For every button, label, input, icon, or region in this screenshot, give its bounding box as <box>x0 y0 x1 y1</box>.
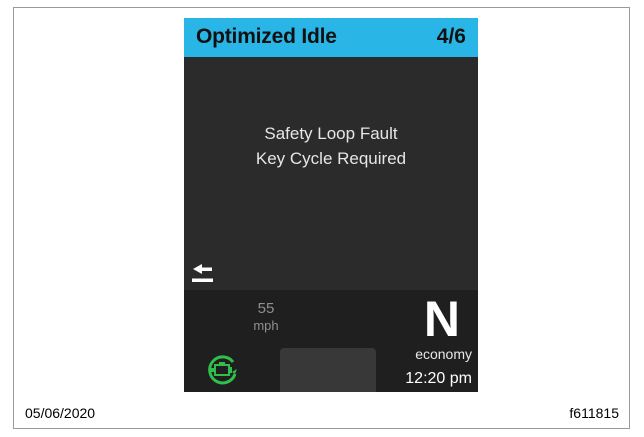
engine-warning-icon <box>208 355 237 385</box>
clock: 12:20 pm <box>405 370 472 387</box>
fault-message-line-2: Key Cycle Required <box>255 149 407 168</box>
back-arrow-icon[interactable] <box>190 263 216 285</box>
gear-indicator: N <box>423 291 460 347</box>
status-bar: 55 mph N economy 12:20 pm <box>184 290 478 392</box>
info-panel <box>280 348 376 392</box>
screen-title: Optimized Idle <box>196 25 337 48</box>
dash-display: Optimized Idle 4/6 Safety Loop Fault Key… <box>184 18 478 392</box>
page-indicator: 4/6 <box>436 25 466 48</box>
fault-message: Safety Loop Fault Key Cycle Required <box>184 121 478 171</box>
figure-date: 05/06/2020 <box>25 405 96 421</box>
drive-mode: economy <box>415 346 472 362</box>
speed-value: 55 <box>257 300 275 317</box>
figure-code: f611815 <box>569 405 619 421</box>
fault-message-line-1: Safety Loop Fault <box>264 124 398 143</box>
screen-header: Optimized Idle 4/6 <box>184 18 478 57</box>
speed-unit: mph <box>253 318 279 333</box>
